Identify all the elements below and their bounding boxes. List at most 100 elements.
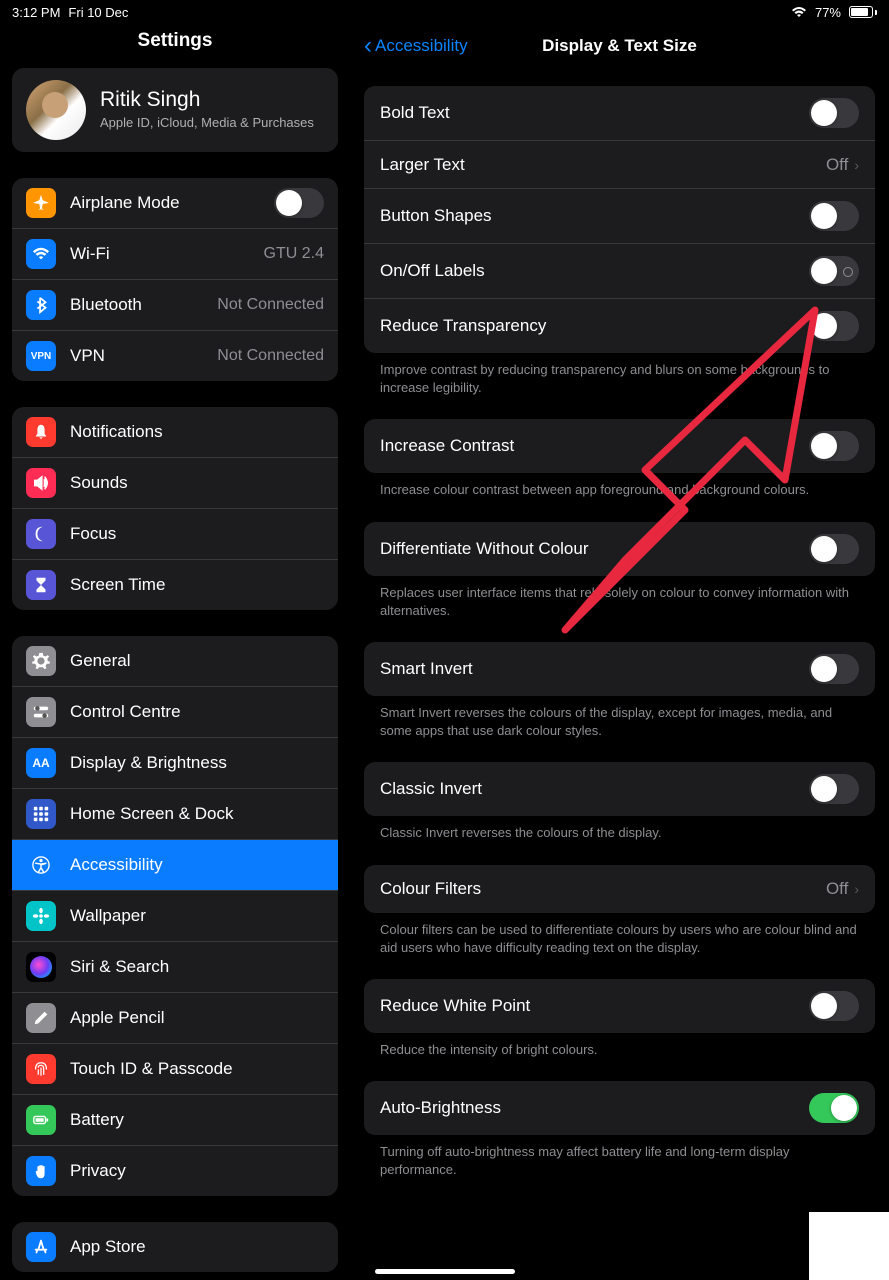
sidebar-item-wallpaper[interactable]: Wallpaper	[12, 891, 338, 942]
bell-icon	[26, 417, 56, 447]
wifi-icon	[26, 239, 56, 269]
sidebar-item-label: General	[70, 651, 324, 671]
toggle[interactable]	[809, 311, 859, 341]
hand-icon	[26, 1156, 56, 1186]
toggle[interactable]	[809, 431, 859, 461]
toggle[interactable]	[809, 201, 859, 231]
sidebar-item-label: Control Centre	[70, 702, 324, 722]
sidebar-item-value: Not Connected	[217, 296, 324, 314]
white-block	[809, 1212, 889, 1280]
sidebar-item-apple-pencil[interactable]: Apple Pencil	[12, 993, 338, 1044]
moon-icon	[26, 519, 56, 549]
toggle[interactable]	[809, 991, 859, 1021]
sidebar-item-home-screen-dock[interactable]: Home Screen & Dock	[12, 789, 338, 840]
detail-row-bold-text[interactable]: Bold Text	[364, 86, 875, 141]
detail-header: ‹ Accessibility Display & Text Size	[350, 24, 889, 68]
back-button[interactable]: ‹ Accessibility	[364, 34, 468, 58]
detail-row-value: Off	[826, 879, 848, 899]
detail-group: Differentiate Without Colour	[364, 522, 875, 576]
sidebar-item-label: Display & Brightness	[70, 753, 324, 773]
speaker-icon	[26, 468, 56, 498]
sidebar-item-privacy[interactable]: Privacy	[12, 1146, 338, 1196]
chevron-right-icon: ›	[854, 881, 859, 897]
detail-group: Smart Invert	[364, 642, 875, 696]
sidebar-item-vpn[interactable]: VPNVPNNot Connected	[12, 331, 338, 381]
detail-group-footer: Turning off auto-brightness may affect b…	[364, 1135, 875, 1201]
detail-group: Reduce White Point	[364, 979, 875, 1033]
sidebar-item-focus[interactable]: Focus	[12, 509, 338, 560]
detail-row-auto-brightness[interactable]: Auto-Brightness	[364, 1081, 875, 1135]
sidebar-item-label: Accessibility	[70, 855, 324, 875]
detail-row-label: Bold Text	[380, 103, 809, 123]
siri-icon	[26, 952, 56, 982]
toggle[interactable]	[809, 1093, 859, 1123]
detail-row-on-off-labels[interactable]: On/Off Labels	[364, 244, 875, 299]
sidebar-item-screen-time[interactable]: Screen Time	[12, 560, 338, 610]
detail-row-label: Smart Invert	[380, 659, 809, 679]
grid-icon	[26, 799, 56, 829]
toggle[interactable]	[809, 654, 859, 684]
back-label: Accessibility	[375, 36, 468, 56]
detail-row-differentiate-without-colour[interactable]: Differentiate Without Colour	[364, 522, 875, 576]
battery-percent: 77%	[815, 5, 841, 20]
profile-sub: Apple ID, iCloud, Media & Purchases	[100, 114, 314, 132]
sidebar-item-siri-search[interactable]: Siri & Search	[12, 942, 338, 993]
sidebar-item-accessibility[interactable]: Accessibility	[12, 840, 338, 891]
sidebar-item-label: Notifications	[70, 422, 324, 442]
detail-row-label: Larger Text	[380, 155, 826, 175]
toggle[interactable]	[809, 98, 859, 128]
flower-icon	[26, 901, 56, 931]
wifi-icon	[791, 6, 807, 18]
sidebar-item-label: Battery	[70, 1110, 324, 1130]
detail-row-classic-invert[interactable]: Classic Invert	[364, 762, 875, 816]
settings-sidebar[interactable]: Settings Ritik Singh Apple ID, iCloud, M…	[0, 24, 350, 1280]
detail-group-footer: Smart Invert reverses the colours of the…	[364, 696, 875, 762]
detail-row-label: Classic Invert	[380, 779, 809, 799]
sidebar-item-bluetooth[interactable]: Bluetooth Not Connected	[12, 280, 338, 331]
sidebar-item-notifications[interactable]: Notifications	[12, 407, 338, 458]
detail-row-button-shapes[interactable]: Button Shapes	[364, 189, 875, 244]
toggle[interactable]	[809, 256, 859, 286]
sidebar-item-battery[interactable]: Battery	[12, 1095, 338, 1146]
detail-row-larger-text[interactable]: Larger TextOff›	[364, 141, 875, 189]
profile-group: Ritik Singh Apple ID, iCloud, Media & Pu…	[12, 68, 338, 152]
toggle[interactable]	[809, 774, 859, 804]
sidebar-item-airplane-mode[interactable]: Airplane Mode	[12, 178, 338, 229]
sidebar-item-control-centre[interactable]: Control Centre	[12, 687, 338, 738]
sidebar-item-general[interactable]: General	[12, 636, 338, 687]
detail-row-label: Auto-Brightness	[380, 1098, 809, 1118]
home-indicator[interactable]	[375, 1269, 515, 1274]
sidebar-item-label: Sounds	[70, 473, 324, 493]
sidebar-item-app-store[interactable]: App Store	[12, 1222, 338, 1272]
toggle[interactable]	[274, 188, 324, 218]
chevron-left-icon: ‹	[364, 34, 372, 58]
detail-group: Classic Invert	[364, 762, 875, 816]
sidebar-item-touch-id-passcode[interactable]: Touch ID & Passcode	[12, 1044, 338, 1095]
chevron-right-icon: ›	[854, 157, 859, 173]
sidebar-group: Airplane ModeWi-FiGTU 2.4 Bluetooth Not Co…	[12, 178, 338, 381]
profile-name: Ritik Singh	[100, 88, 314, 112]
sidebar-group: App Store	[12, 1222, 338, 1272]
detail-row-smart-invert[interactable]: Smart Invert	[364, 642, 875, 696]
detail-row-increase-contrast[interactable]: Increase Contrast	[364, 419, 875, 473]
detail-row-label: Increase Contrast	[380, 436, 809, 456]
detail-row-label: Colour Filters	[380, 879, 826, 899]
sidebar-item-label: Bluetooth	[70, 295, 203, 315]
detail-row-colour-filters[interactable]: Colour FiltersOff ›	[364, 865, 875, 913]
detail-body[interactable]: Bold TextLarger TextOff›Button ShapesOn/…	[350, 68, 889, 1280]
detail-row-label: Button Shapes	[380, 206, 809, 226]
detail-row-reduce-transparency[interactable]: Reduce Transparency	[364, 299, 875, 353]
detail-group: Colour FiltersOff ›	[364, 865, 875, 913]
detail-group-footer: Replaces user interface items that rely …	[364, 576, 875, 642]
sidebar-item-label: Home Screen & Dock	[70, 804, 324, 824]
sidebar-item-display-brightness[interactable]: AADisplay & Brightness	[12, 738, 338, 789]
avatar	[26, 80, 86, 140]
detail-row-reduce-white-point[interactable]: Reduce White Point	[364, 979, 875, 1033]
sidebar-item-wi-fi[interactable]: Wi-FiGTU 2.4	[12, 229, 338, 280]
profile-row[interactable]: Ritik Singh Apple ID, iCloud, Media & Pu…	[12, 68, 338, 152]
sidebar-item-sounds[interactable]: Sounds	[12, 458, 338, 509]
detail-title: Display & Text Size	[542, 36, 697, 56]
sidebar-item-label: Wi-Fi	[70, 244, 250, 264]
toggle[interactable]	[809, 534, 859, 564]
airplane-icon	[26, 188, 56, 218]
